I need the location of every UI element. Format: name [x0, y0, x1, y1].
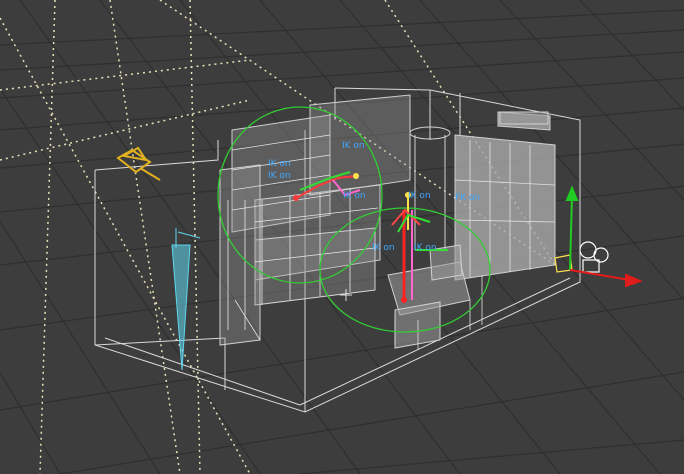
ik-label: IK on: [342, 141, 365, 151]
ik-label: IK on: [343, 191, 366, 201]
fk-label: FK on: [455, 193, 480, 203]
wall-unit[interactable]: [499, 111, 549, 125]
floor-lamp[interactable]: [409, 126, 451, 250]
spotlight-icon[interactable]: [171, 228, 201, 371]
ik-label: IK on: [268, 171, 291, 181]
ik-label: IK on: [268, 159, 291, 169]
viewport-canvas[interactable]: IK on IK on IK on IK on IK on FK on IK o…: [0, 0, 684, 474]
bunk-bed-structure[interactable]: [219, 94, 411, 346]
ik-label: IK on: [372, 243, 395, 253]
point-light-icon[interactable]: [116, 146, 161, 181]
3d-viewport[interactable]: IK on IK on IK on IK on IK on FK on IK o…: [0, 0, 684, 474]
ik-label: IK on: [408, 191, 431, 201]
ik-label: IK on: [414, 243, 437, 253]
camera-icon[interactable]: [554, 241, 609, 273]
